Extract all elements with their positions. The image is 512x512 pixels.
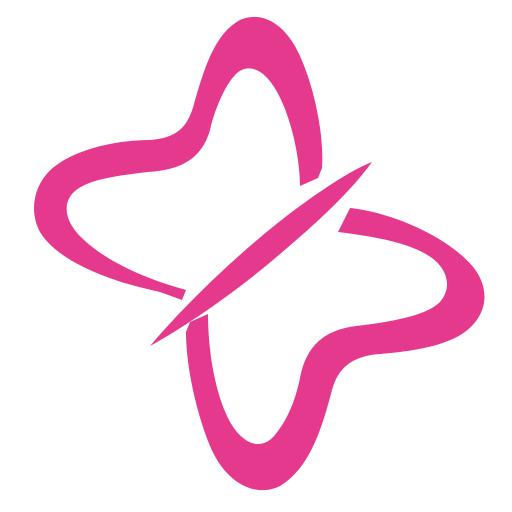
lower-wing-stroke <box>186 208 485 491</box>
upper-wing-stroke <box>34 16 323 300</box>
butterfly-logo-icon <box>34 16 485 491</box>
logo-canvas <box>0 0 512 512</box>
body-slash <box>150 162 372 346</box>
